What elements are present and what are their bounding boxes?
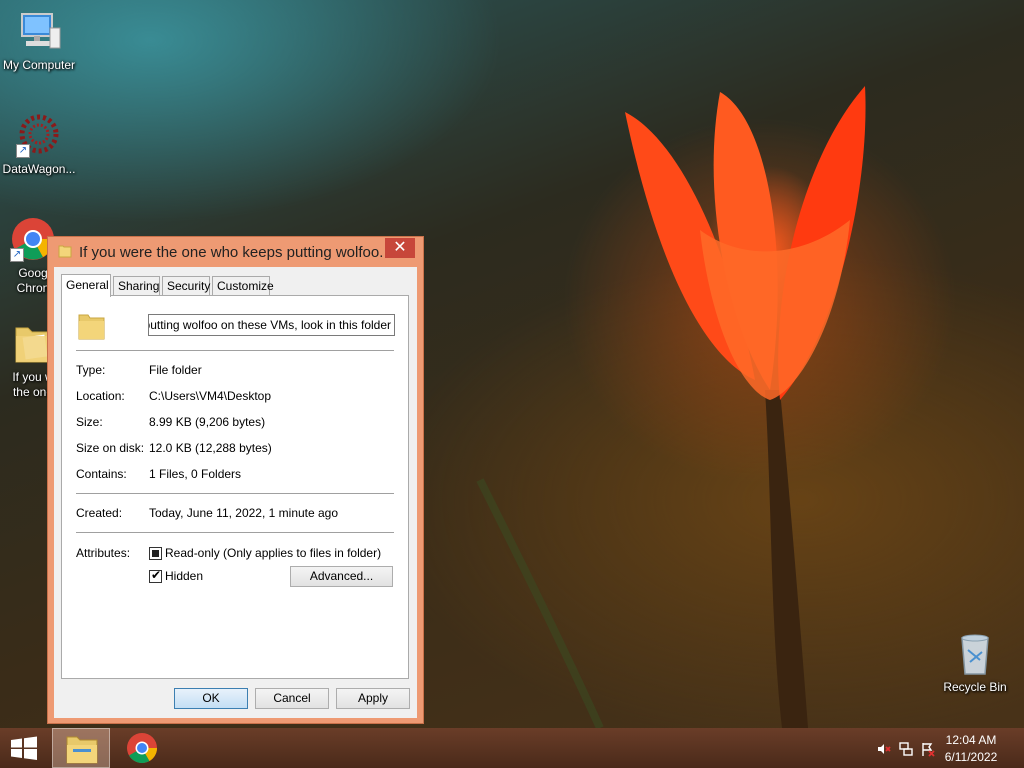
desktop-icon-datawagon[interactable]: ↗ DataWagon... (0, 112, 78, 177)
contains-label: Contains: (76, 467, 127, 481)
folder-icon (76, 310, 108, 345)
type-value: File folder (149, 363, 202, 377)
file-explorer-icon (66, 736, 98, 764)
tab-security[interactable]: Security (162, 276, 210, 296)
taskbar-file-explorer[interactable] (52, 728, 110, 768)
close-button[interactable]: ✕ (385, 238, 415, 258)
readonly-label: Read-only (Only applies to files in fold… (165, 546, 382, 560)
start-button[interactable] (0, 728, 48, 768)
datawagon-logo-icon: ↗ (16, 112, 62, 158)
system-tray: 12:04 AM 6/11/2022 (864, 728, 1024, 768)
type-label: Type: (76, 363, 106, 377)
desktop-icon-label: Recycle Bin (943, 680, 1007, 694)
desktop-icon-label: My Computer (2, 58, 76, 72)
hidden-label: Hidden (165, 569, 204, 583)
taskbar-chrome[interactable] (116, 728, 168, 768)
readonly-checkbox[interactable] (149, 547, 162, 560)
tab-sharing[interactable]: Sharing (113, 276, 160, 296)
general-tab-panel: eps putting wolfoo on these VMs, look in… (61, 295, 409, 679)
desktop-icon-recycle-bin[interactable]: Recycle Bin (936, 630, 1014, 695)
apply-button[interactable]: Apply (336, 688, 410, 709)
shortcut-arrow-icon: ↗ (16, 144, 30, 158)
chrome-icon (127, 733, 157, 764)
location-label: Location: (76, 389, 125, 403)
folder-icon (57, 243, 73, 262)
indeterminate-mark (152, 550, 159, 557)
tab-general[interactable]: General (61, 274, 111, 297)
desktop-icon-my-computer[interactable]: My Computer (0, 8, 78, 73)
shortcut-arrow-icon: ↗ (10, 248, 24, 262)
size-value: 8.99 KB (9,206 bytes) (149, 415, 266, 429)
windows-logo-icon (11, 736, 37, 760)
hidden-checkbox[interactable]: ✔ (149, 568, 162, 583)
taskbar: 12:04 AM 6/11/2022 (0, 728, 1024, 768)
recycle-bin-icon (952, 630, 998, 676)
dialog-title: If you were the one who keeps putting wo… (79, 244, 384, 261)
clock[interactable]: 12:04 AM 6/11/2022 (936, 732, 1006, 766)
created-value: Today, June 11, 2022, 1 minute ago (149, 506, 339, 520)
folder-name-input[interactable]: eps putting wolfoo on these VMs, look in… (148, 314, 395, 336)
size-on-disk-label: Size on disk: (76, 441, 145, 455)
separator (76, 532, 394, 533)
tab-customize[interactable]: Customize (212, 276, 274, 296)
size-on-disk-value: 12.0 KB (12,288 bytes) (149, 441, 272, 455)
folder-properties-dialog: If you were the one who keeps putting wo… (47, 236, 424, 724)
desktop-icon-label: DataWagon... (2, 162, 76, 176)
location-value: C:\Users\VM4\Desktop (149, 389, 272, 403)
attributes-label: Attributes: (76, 546, 131, 560)
ok-button[interactable]: OK (174, 688, 248, 709)
separator (76, 493, 394, 494)
contains-value: 1 Files, 0 Folders (149, 467, 242, 481)
cancel-button[interactable]: Cancel (255, 688, 329, 709)
volume-muted-icon[interactable] (876, 741, 892, 757)
network-icon[interactable] (898, 741, 914, 757)
created-label: Created: (76, 506, 123, 520)
action-center-flag-icon[interactable] (920, 741, 936, 757)
checkmark-icon: ✔ (151, 568, 162, 582)
computer-icon (16, 8, 62, 54)
clock-time: 12:04 AM (945, 733, 997, 747)
size-label: Size: (76, 415, 103, 429)
clock-date: 6/11/2022 (944, 750, 998, 764)
advanced-button[interactable]: Advanced... (290, 566, 393, 587)
dialog-body: General Sharing Security Customize eps p… (54, 267, 417, 718)
separator (76, 350, 394, 351)
dialog-titlebar[interactable]: If you were the one who keeps putting wo… (48, 237, 423, 267)
